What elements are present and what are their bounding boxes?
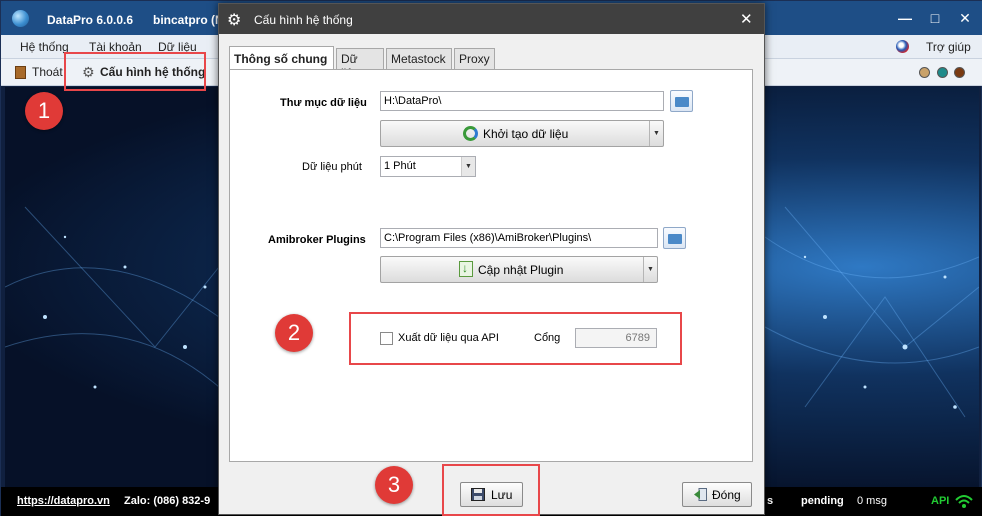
close-dialog-button[interactable]: Đóng bbox=[682, 482, 752, 507]
highlight-api-export bbox=[349, 312, 682, 365]
gear-icon: ⚙ bbox=[227, 12, 242, 29]
app-title: DataPro 6.0.0.6 bbox=[47, 13, 134, 27]
sync-icon bbox=[463, 126, 478, 141]
api-status: API bbox=[931, 495, 950, 507]
app-user: bincatpro (N bbox=[153, 13, 224, 27]
status-dot[interactable] bbox=[937, 67, 948, 78]
tab-proxy[interactable]: Proxy bbox=[454, 48, 495, 70]
status-dot[interactable] bbox=[919, 67, 930, 78]
update-plugin-label: Cập nhật Plugin bbox=[478, 263, 564, 277]
general-settings-panel: Thư mục dữ liệu H:\DataPro\ Khởi tạo dữ … bbox=[229, 69, 753, 462]
chevron-down-icon: ▼ bbox=[461, 157, 475, 176]
init-data-label: Khởi tạo dữ liệu bbox=[483, 127, 569, 141]
wifi-icon bbox=[955, 495, 973, 508]
folder-icon bbox=[668, 234, 682, 244]
pending-status: pending bbox=[801, 495, 844, 507]
init-data-button[interactable]: Khởi tạo dữ liệu ▼ bbox=[380, 120, 664, 147]
amibroker-path-input[interactable]: C:\Program Files (x86)\AmiBroker\Plugins… bbox=[380, 228, 658, 248]
dialog-close-icon[interactable]: ✕ bbox=[740, 10, 753, 28]
close-app-button[interactable]: ✕ bbox=[957, 10, 973, 26]
menu-he-thong[interactable]: Hệ thống bbox=[20, 40, 69, 54]
step-badge-3: 3 bbox=[375, 466, 413, 504]
amibroker-label: Amibroker Plugins bbox=[268, 234, 366, 246]
chevron-down-icon[interactable]: ▼ bbox=[643, 257, 657, 282]
website-link[interactable]: https://datapro.vn bbox=[17, 495, 110, 507]
exit-button[interactable]: Thoát bbox=[32, 65, 63, 79]
browse-amibroker-button[interactable] bbox=[663, 227, 686, 249]
message-count: 0 msg bbox=[857, 495, 887, 507]
step-badge-1: 1 bbox=[25, 92, 63, 130]
tab-data[interactable]: Dữ liệu bbox=[336, 48, 384, 80]
tab-metastock[interactable]: Metastock bbox=[386, 48, 452, 70]
dialog-titlebar: ⚙ Cấu hình hệ thống ✕ bbox=[219, 4, 764, 34]
step-badge-2: 2 bbox=[275, 314, 313, 352]
status-dot[interactable] bbox=[954, 67, 965, 78]
close-label: Đóng bbox=[712, 488, 741, 502]
maximize-button[interactable]: □ bbox=[927, 10, 943, 26]
update-plugin-button[interactable]: Cập nhật Plugin ▼ bbox=[380, 256, 658, 283]
status-partial-text: s bbox=[767, 495, 774, 507]
exit-door-icon bbox=[15, 66, 26, 79]
exit-arrow-icon bbox=[694, 488, 707, 501]
data-folder-label: Thư mục dữ liệu bbox=[280, 97, 367, 109]
help-icon bbox=[896, 40, 909, 53]
dialog-title: Cấu hình hệ thống bbox=[254, 13, 353, 27]
highlight-save-button bbox=[442, 464, 540, 516]
chevron-down-icon[interactable]: ▼ bbox=[649, 121, 663, 146]
folder-icon bbox=[675, 97, 689, 107]
zalo-contact: Zalo: (086) 832-9 bbox=[124, 495, 211, 507]
system-config-dialog: ⚙ Cấu hình hệ thống ✕ Thông số chung Dữ … bbox=[218, 3, 765, 515]
tab-general[interactable]: Thông số chung bbox=[229, 46, 334, 70]
minimize-button[interactable]: — bbox=[897, 10, 913, 26]
browse-data-folder-button[interactable] bbox=[670, 90, 693, 112]
minute-data-value: 1 Phút bbox=[384, 160, 416, 172]
data-folder-input[interactable]: H:\DataPro\ bbox=[380, 91, 664, 111]
globe-logo-icon bbox=[12, 10, 29, 27]
download-icon bbox=[459, 261, 473, 277]
highlight-config-button bbox=[64, 52, 206, 91]
menu-help[interactable]: Trợ giúp bbox=[926, 40, 971, 54]
minute-data-select[interactable]: 1 Phút ▼ bbox=[380, 156, 476, 177]
minute-data-label: Dữ liệu phút bbox=[302, 161, 362, 173]
